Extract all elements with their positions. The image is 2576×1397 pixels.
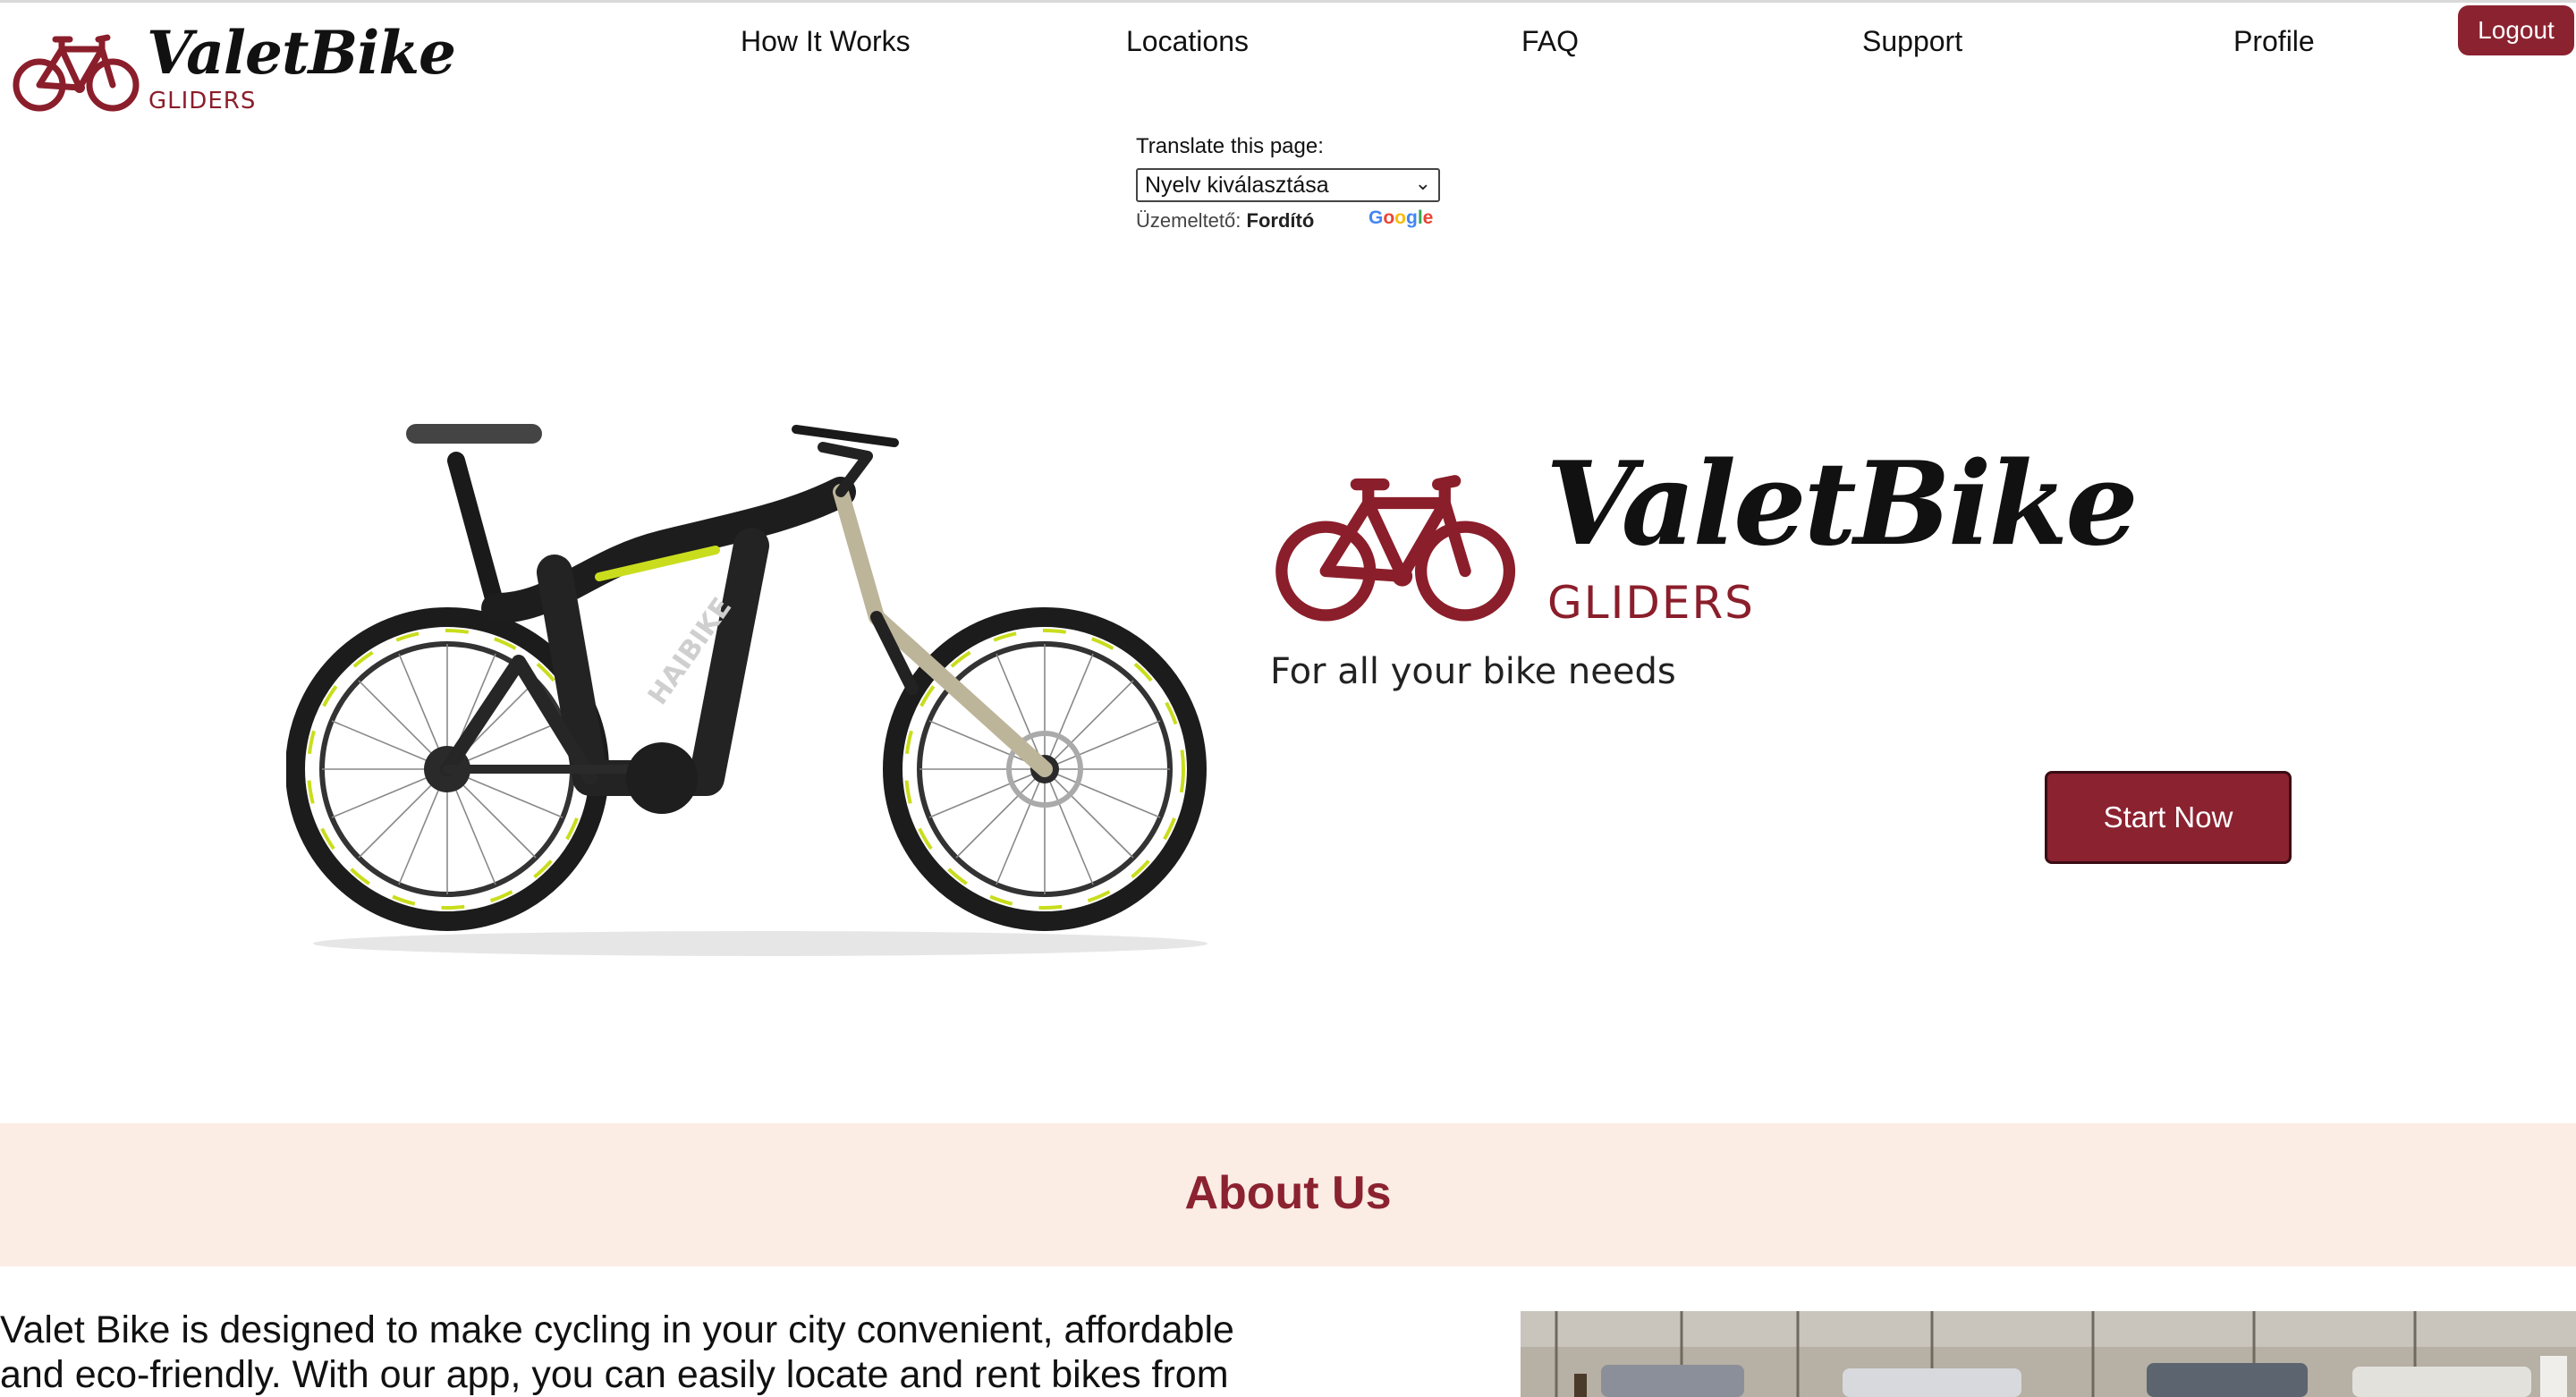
about-text: Valet Bike is designed to make cycling i… bbox=[0, 1308, 1234, 1396]
nav-how-it-works[interactable]: How It Works bbox=[741, 25, 911, 58]
hero-logo-wordmark: ValetBike bbox=[1546, 437, 2139, 572]
chevron-down-icon: ⌄ bbox=[1414, 172, 1431, 194]
nav-faq[interactable]: FAQ bbox=[1521, 25, 1579, 58]
powered-name[interactable]: Fordító bbox=[1247, 209, 1315, 232]
bike-logo-icon bbox=[1275, 475, 1516, 622]
google-translate-widget: Translate this page: Nyelv kiválasztása … bbox=[1136, 134, 1494, 241]
main-nav: How It Works Locations FAQ Support Profi… bbox=[0, 25, 2576, 64]
nav-locations[interactable]: Locations bbox=[1126, 25, 1249, 58]
google-logo: Google bbox=[1368, 207, 1434, 228]
translate-label: Translate this page: bbox=[1136, 134, 1324, 158]
about-section-header: About Us bbox=[0, 1123, 2576, 1266]
header-logo-subtitle: GLIDERS bbox=[148, 88, 257, 114]
site-header: ValetBike GLIDERS How It Works Locations… bbox=[0, 0, 2576, 125]
about-street-photo bbox=[1521, 1311, 2576, 1397]
hero-tagline: For all your bike needs bbox=[1270, 651, 1676, 692]
language-select-value: Nyelv kiválasztása bbox=[1145, 173, 1329, 198]
start-now-button[interactable]: Start Now bbox=[2045, 771, 2292, 864]
hero-bike-image: HAIBIKE bbox=[286, 424, 1208, 956]
about-title: About Us bbox=[1184, 1167, 1392, 1219]
translate-powered-by: Üzemeltető: Fordító bbox=[1136, 209, 1314, 233]
nav-support[interactable]: Support bbox=[1862, 25, 1962, 58]
powered-prefix: Üzemeltető: bbox=[1136, 209, 1241, 232]
hero-logo: ValetBike GLIDERS bbox=[1268, 437, 2139, 639]
hero-logo-subtitle: GLIDERS bbox=[1547, 577, 1755, 629]
logout-button[interactable]: Logout bbox=[2458, 5, 2574, 55]
language-select[interactable]: Nyelv kiválasztása ⌄ bbox=[1136, 168, 1440, 202]
bike-frame: HAIBIKE bbox=[406, 424, 1053, 814]
nav-profile[interactable]: Profile bbox=[2233, 25, 2315, 58]
